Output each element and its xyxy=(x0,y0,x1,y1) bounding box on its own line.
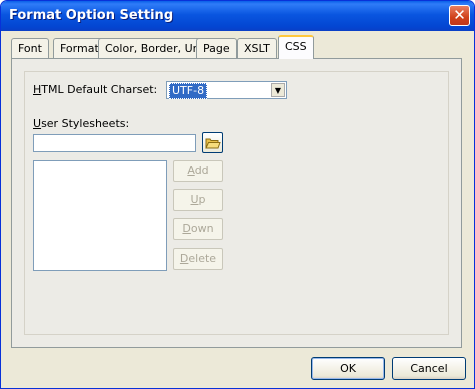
tab-label: CSS xyxy=(285,40,307,53)
charset-select[interactable]: UTF-8 ▼ xyxy=(166,81,287,99)
ok-button[interactable]: OK xyxy=(311,357,385,380)
tab-label: Font xyxy=(18,42,42,55)
browse-folder-button[interactable] xyxy=(202,132,223,153)
close-button[interactable]: ✕ xyxy=(449,5,470,26)
down-button[interactable]: Down xyxy=(173,218,223,240)
cancel-button[interactable]: Cancel xyxy=(392,357,466,380)
up-button[interactable]: Up xyxy=(173,189,223,211)
dropdown-arrow-icon[interactable]: ▼ xyxy=(271,83,285,97)
tab-label: XSLT xyxy=(244,42,270,55)
title-bar[interactable]: Format Option Setting ✕ xyxy=(1,1,474,31)
delete-button[interactable]: Delete xyxy=(173,248,223,270)
tab-label: Page xyxy=(203,42,230,55)
tab-xslt[interactable]: XSLT xyxy=(237,38,277,58)
charset-selected-value: UTF-8 xyxy=(169,83,208,99)
stylesheet-path-input[interactable] xyxy=(33,134,196,152)
tab-css[interactable]: CSS xyxy=(278,35,314,59)
tab-label: Format xyxy=(60,42,99,55)
tab-font[interactable]: Font xyxy=(11,38,49,58)
tab-label: Color, Border, Unit xyxy=(105,42,207,55)
close-icon: ✕ xyxy=(453,6,466,24)
dialog-window: Format Option Setting ✕ Font Format Colo… xyxy=(0,0,475,389)
add-button[interactable]: Add xyxy=(173,160,223,182)
tab-page[interactable]: Page xyxy=(196,38,237,58)
stylesheets-label: User Stylesheets: xyxy=(33,117,130,130)
dialog-title: Format Option Setting xyxy=(9,8,174,23)
stylesheets-listbox[interactable] xyxy=(33,160,167,271)
folder-open-icon xyxy=(205,138,221,149)
charset-label: HTML Default Charset: xyxy=(33,83,158,96)
